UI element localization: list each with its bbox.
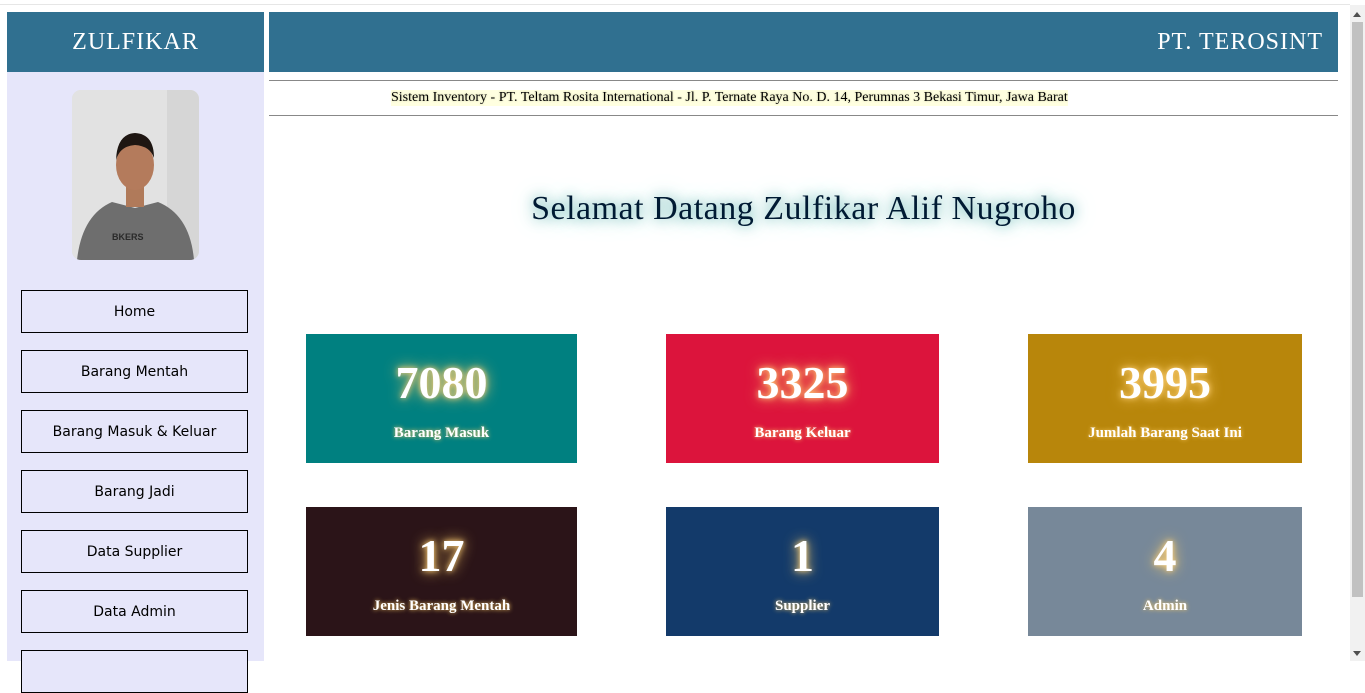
menu-item-label: Home bbox=[113, 303, 156, 320]
marquee-text: Sistem Inventory - PT. Teltam Rosita Int… bbox=[391, 90, 1068, 106]
scroll-thumb[interactable] bbox=[1352, 22, 1363, 597]
page-scrollbar[interactable] bbox=[1350, 5, 1365, 661]
browser-top-border bbox=[0, 4, 1350, 5]
stat-card-jumlah-barang[interactable]: 3995 Jumlah Barang Saat Ini bbox=[1028, 334, 1302, 463]
stat-label: Barang Keluar bbox=[754, 425, 851, 441]
stat-value: 7080 bbox=[395, 357, 488, 408]
sidebar: BKERS Home Barang Mentah Barang Masuk & … bbox=[7, 72, 264, 693]
info-marquee: Sistem Inventory - PT. Teltam Rosita Int… bbox=[269, 80, 1338, 116]
avatar: BKERS bbox=[72, 90, 199, 260]
menu-item-barang-jadi[interactable]: Barang Jadi bbox=[21, 470, 248, 513]
menu-item-label: Barang Mentah bbox=[80, 363, 189, 380]
sidebar-user-header: ZULFIKAR bbox=[7, 12, 264, 72]
scroll-down-arrow-icon[interactable] bbox=[1353, 651, 1361, 656]
stat-value: 17 bbox=[418, 530, 465, 581]
stat-label: Admin bbox=[1142, 598, 1188, 614]
menu-item-partial[interactable] bbox=[21, 650, 248, 693]
menu-item-data-admin[interactable]: Data Admin bbox=[21, 590, 248, 633]
stat-value: 4 bbox=[1153, 530, 1177, 581]
main-header: PT. TEROSINT bbox=[269, 12, 1338, 72]
stat-card-jenis-barang-mentah[interactable]: 17 Jenis Barang Mentah bbox=[306, 507, 577, 636]
stat-card-barang-masuk[interactable]: 7080 Barang Masuk bbox=[306, 334, 577, 463]
menu-item-barang-mentah[interactable]: Barang Mentah bbox=[21, 350, 248, 393]
scroll-up-arrow-icon[interactable] bbox=[1353, 12, 1361, 17]
stat-value: 3325 bbox=[756, 357, 849, 408]
svg-text:BKERS: BKERS bbox=[112, 232, 144, 242]
welcome-heading: Selamat Datang Zulfikar Alif Nugroho bbox=[531, 190, 1076, 227]
stat-card-barang-keluar[interactable]: 3325 Barang Keluar bbox=[666, 334, 939, 463]
stat-label: Supplier bbox=[774, 598, 831, 614]
menu-item-home[interactable]: Home bbox=[21, 290, 248, 333]
menu-item-barang-masuk-keluar[interactable]: Barang Masuk & Keluar bbox=[21, 410, 248, 453]
menu-item-label: Barang Masuk & Keluar bbox=[52, 423, 217, 440]
sidebar-user-name: ZULFIKAR bbox=[72, 28, 199, 55]
menu-item-label: Data Supplier bbox=[86, 543, 183, 560]
stat-value: 1 bbox=[791, 530, 814, 581]
stat-card-supplier[interactable]: 1 Supplier bbox=[666, 507, 939, 636]
company-name: PT. TEROSINT bbox=[1157, 28, 1323, 55]
menu-item-label: Data Admin bbox=[93, 603, 176, 620]
menu-item-label: Barang Jadi bbox=[94, 483, 175, 500]
stat-label: Jumlah Barang Saat Ini bbox=[1088, 425, 1242, 441]
stat-value: 3995 bbox=[1119, 357, 1211, 408]
stat-label: Barang Masuk bbox=[393, 425, 490, 441]
stat-card-admin[interactable]: 4 Admin bbox=[1028, 507, 1302, 636]
menu-item-data-supplier[interactable]: Data Supplier bbox=[21, 530, 248, 573]
stat-label: Jenis Barang Mentah bbox=[372, 598, 511, 614]
avatar-photo: BKERS bbox=[72, 90, 199, 260]
